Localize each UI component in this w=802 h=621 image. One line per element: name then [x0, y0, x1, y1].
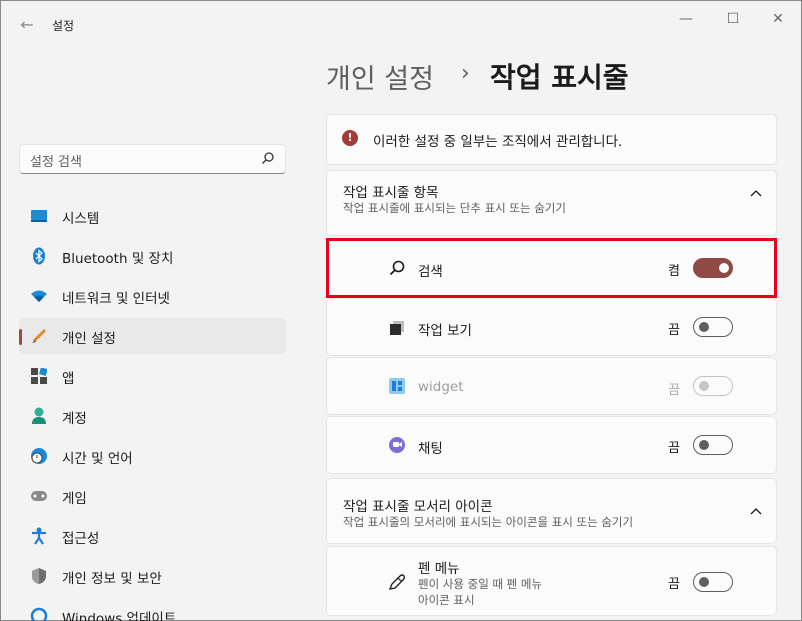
toggle-state-label: 끔: [668, 577, 680, 592]
wifi-icon: [29, 286, 49, 306]
selection-indicator: [19, 329, 22, 345]
sidebar-item-label: Windows 업데이트: [62, 611, 177, 621]
setting-row-pen-menu: 펜 메뉴 펜이 사용 중일 때 펜 메뉴 아이콘 표시 끔: [326, 546, 777, 616]
setting-label: 채팅: [418, 441, 443, 457]
search-placeholder: 설정 검색: [30, 155, 82, 170]
brush-icon: [29, 326, 49, 346]
update-icon: [29, 606, 49, 621]
sidebar-item-bluetooth[interactable]: Bluetooth 및 장치: [19, 238, 286, 274]
taskbar-items-header[interactable]: 작업 표시줄 항목 작업 표시줄에 표시되는 단추 표시 또는 숨기기: [326, 170, 777, 236]
task-view-icon: [388, 319, 406, 337]
sidebar-item-label: 시간 및 언어: [62, 451, 133, 467]
section-subtitle: 작업 표시줄에 표시되는 단추 표시 또는 숨기기: [343, 201, 566, 215]
section-title: 작업 표시줄 항목: [343, 185, 439, 201]
page-title: 작업 표시줄: [490, 61, 629, 94]
section-title: 작업 표시줄 모서리 아이콘: [343, 499, 493, 515]
widgets-toggle[interactable]: [693, 376, 733, 396]
chat-toggle[interactable]: [693, 435, 733, 455]
sidebar-item-label: 계정: [62, 411, 87, 427]
setting-row-widgets: widget 끔: [326, 357, 777, 415]
search-input[interactable]: 설정 검색: [19, 144, 286, 174]
chevron-up-icon[interactable]: [750, 507, 762, 515]
sidebar-item-label: 개인 정보 및 보안: [62, 571, 162, 587]
setting-label: 작업 보기: [418, 323, 472, 339]
corner-icons-header[interactable]: 작업 표시줄 모서리 아이콘 작업 표시줄의 모서리에 표시되는 아이콘을 표시…: [326, 478, 777, 544]
sidebar-item-network[interactable]: 네트워크 및 인터넷: [19, 278, 286, 314]
task-view-toggle[interactable]: [693, 317, 733, 337]
sidebar-item-label: 시스템: [62, 211, 100, 227]
accessibility-icon: [29, 526, 49, 546]
setting-row-task-view: 작업 보기 끔: [326, 298, 777, 356]
sidebar-item-label: Bluetooth 및 장치: [62, 251, 174, 267]
bluetooth-icon: [29, 246, 49, 266]
highlight-box: [326, 238, 777, 298]
pen-menu-toggle[interactable]: [693, 572, 733, 592]
sidebar-item-privacy[interactable]: 개인 정보 및 보안: [19, 558, 286, 594]
breadcrumb-separator: ›: [461, 61, 470, 86]
sidebar-item-label: 앱: [62, 371, 75, 387]
sidebar-item-label: 접근성: [62, 531, 100, 547]
managed-notice: ! 이러한 설정 중 일부는 조직에서 관리합니다.: [326, 114, 777, 165]
toggle-state-label: 끔: [668, 323, 680, 338]
sidebar-item-gaming[interactable]: 게임: [19, 478, 286, 514]
sidebar-item-personalization[interactable]: 개인 설정: [19, 318, 286, 354]
sidebar-item-label: 게임: [62, 491, 87, 507]
app-title: 설정: [52, 19, 75, 33]
close-button[interactable]: ✕: [763, 9, 793, 29]
clock-globe-icon: [29, 446, 49, 466]
setting-label: widget: [418, 379, 464, 395]
widgets-icon: [388, 377, 406, 395]
section-subtitle: 작업 표시줄의 모서리에 표시되는 아이콘을 표시 또는 숨기기: [343, 515, 634, 529]
gamepad-icon: [29, 486, 49, 506]
sidebar-item-time-language[interactable]: 시간 및 언어: [19, 438, 286, 474]
toggle-state-label: 끔: [668, 441, 680, 456]
toggle-state-label: 끔: [668, 383, 680, 398]
person-icon: [29, 406, 49, 426]
setting-description-line1: 펜이 사용 중일 때 펜 메뉴: [418, 577, 543, 591]
setting-description-line2: 아이콘 표시: [418, 593, 475, 607]
sidebar-item-system[interactable]: 시스템: [19, 198, 286, 234]
breadcrumb-parent[interactable]: 개인 설정: [326, 57, 434, 96]
notice-text: 이러한 설정 중 일부는 조직에서 관리합니다.: [373, 134, 623, 150]
sidebar-item-accounts[interactable]: 계정: [19, 398, 286, 434]
info-icon: !: [342, 130, 358, 146]
setting-label: 펜 메뉴: [418, 561, 460, 577]
shield-icon: [29, 566, 49, 586]
chat-icon: [388, 436, 406, 454]
monitor-icon: [29, 206, 49, 226]
search-icon: [262, 152, 274, 164]
sidebar-item-accessibility[interactable]: 접근성: [19, 518, 286, 554]
apps-icon: [29, 366, 49, 386]
sidebar-item-label: 개인 설정: [62, 331, 116, 347]
sidebar-item-label: 네트워크 및 인터넷: [62, 291, 170, 307]
chevron-up-icon[interactable]: [750, 189, 762, 197]
setting-row-chat: 채팅 끔: [326, 416, 777, 474]
maximize-button[interactable]: ☐: [718, 9, 748, 29]
sidebar-item-apps[interactable]: 앱: [19, 358, 286, 394]
sidebar-item-windows-update[interactable]: Windows 업데이트: [19, 598, 286, 621]
minimize-button[interactable]: —: [671, 9, 701, 29]
pen-icon: [388, 573, 406, 591]
back-arrow-icon[interactable]: ←: [17, 14, 37, 36]
